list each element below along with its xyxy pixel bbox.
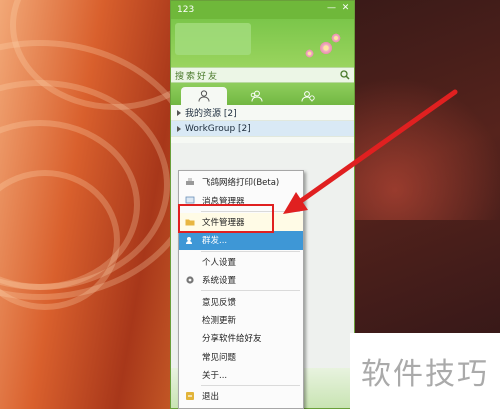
group-label: WorkGroup [2] — [185, 123, 251, 134]
menu-item-label: 退出 — [202, 392, 220, 403]
menu-item-label: 飞鸽网络打印(Beta) — [202, 178, 280, 189]
menu-item-personal-settings[interactable]: 个人设置 — [179, 253, 303, 271]
menu-item-label: 分享软件给好友 — [202, 334, 262, 345]
person-icon — [198, 90, 210, 102]
menu-item-about[interactable]: 关于... — [179, 366, 303, 384]
menu-item-feedback[interactable]: 意见反馈 — [179, 292, 303, 310]
menu-item-system-settings[interactable]: 系统设置 — [179, 271, 303, 289]
expand-arrow-icon[interactable] — [177, 125, 181, 132]
group-workgroup[interactable]: WorkGroup [2] — [171, 121, 354, 137]
tab-recent[interactable] — [285, 87, 331, 105]
menu-item-label: 系统设置 — [202, 276, 237, 287]
search-icon[interactable] — [340, 70, 350, 80]
group-label: 我的资源 [2] — [185, 109, 237, 119]
menu-item-label: 检测更新 — [202, 315, 237, 326]
group-my-resources[interactable]: 我的资源 [2] — [171, 105, 354, 121]
menu-item-label: 关于... — [202, 371, 228, 382]
menu-item-label: 意见反馈 — [202, 297, 237, 308]
flower-decoration-icon — [319, 41, 333, 55]
clock-person-icon — [301, 91, 315, 102]
watermark-text: 软件技巧 — [361, 357, 489, 392]
menu-item-check-update[interactable]: 检测更新 — [179, 311, 303, 329]
search-box[interactable]: 搜索好友 — [171, 67, 354, 83]
menu-item-exit[interactable]: 退出 — [179, 387, 303, 405]
close-button[interactable]: ✕ — [340, 3, 351, 14]
tab-bar — [171, 83, 354, 105]
expand-arrow-icon[interactable] — [177, 109, 181, 116]
printer-icon — [186, 178, 194, 185]
menu-separator — [201, 250, 300, 252]
flower-decoration-icon — [331, 33, 341, 43]
tab-groups[interactable] — [233, 87, 279, 105]
menu-separator — [201, 290, 300, 292]
menu-item-label: 个人设置 — [202, 257, 237, 268]
wallpaper-rock-glow — [350, 70, 500, 220]
broadcast-icon — [186, 237, 192, 245]
gear-icon — [186, 276, 194, 284]
search-placeholder: 搜索好友 — [175, 71, 220, 82]
menu-item-network-print[interactable]: 飞鸽网络打印(Beta) — [179, 173, 303, 191]
people-icon — [250, 90, 263, 102]
tab-contacts[interactable] — [181, 87, 227, 105]
menu-item-broadcast[interactable]: 群发... — [179, 231, 303, 250]
menu-item-faq[interactable]: 常见问题 — [179, 348, 303, 366]
window-titlebar[interactable]: 123 — ✕ — [171, 1, 354, 19]
minimize-button[interactable]: — — [326, 3, 337, 14]
watermark: 软件技巧 — [350, 333, 500, 409]
menu-item-share-software[interactable]: 分享软件给好友 — [179, 329, 303, 347]
flower-decoration-icon — [305, 49, 314, 58]
window-title: 123 — [177, 5, 195, 15]
menu-item-label: 常见问题 — [202, 352, 237, 363]
exit-icon — [186, 392, 194, 401]
menu-separator — [201, 385, 300, 387]
annotation-highlight-box — [178, 204, 274, 233]
avatar[interactable] — [175, 23, 251, 55]
profile-banner — [171, 19, 354, 67]
menu-item-label: 群发... — [202, 236, 228, 247]
